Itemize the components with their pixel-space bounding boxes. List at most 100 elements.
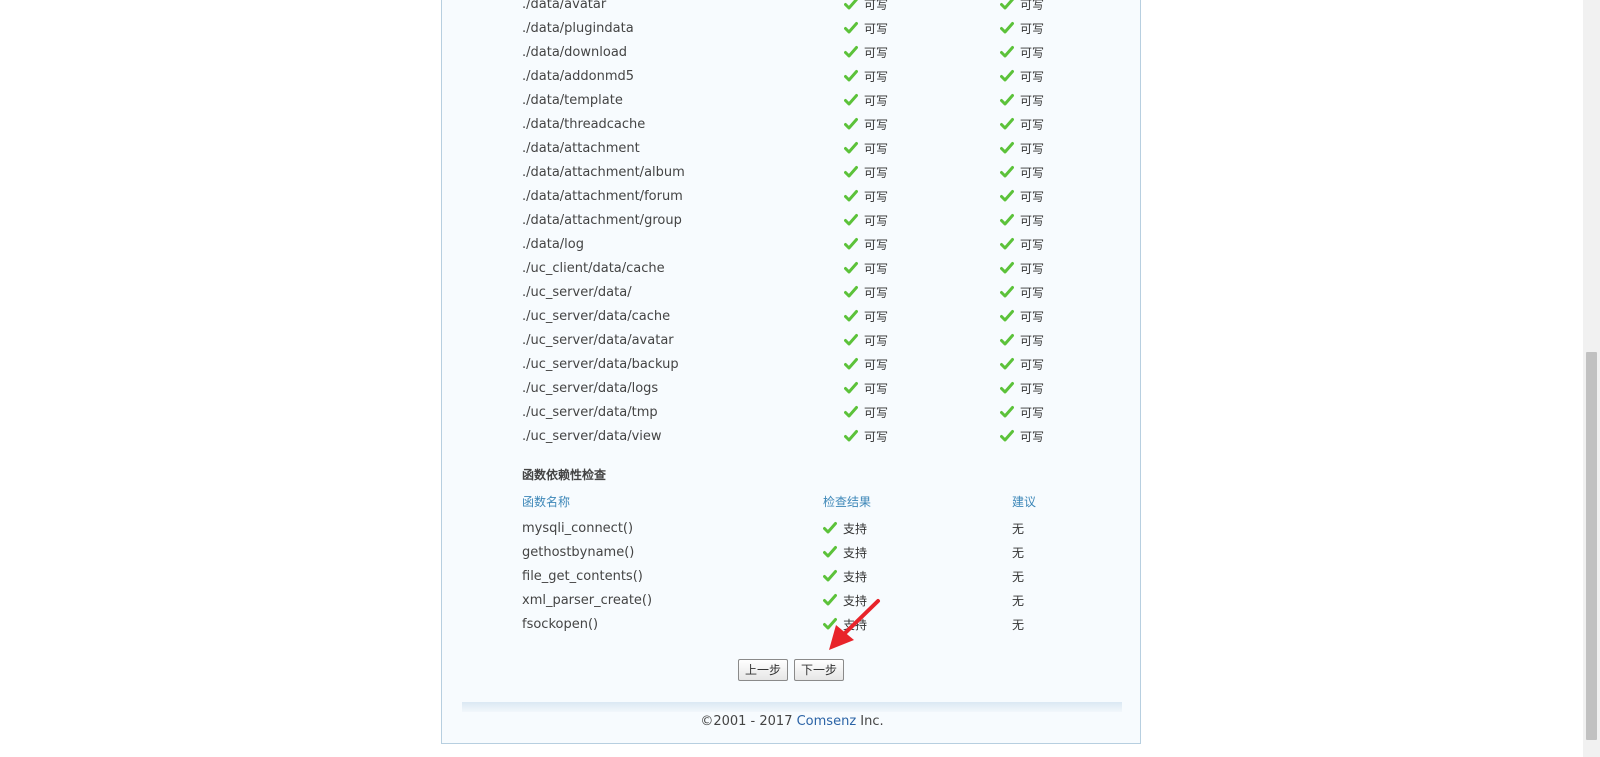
check-icon <box>844 69 858 83</box>
footer-suffix: Inc. <box>860 714 884 729</box>
required-status-text: 可写 <box>1020 118 1045 132</box>
footer-copyright: ©2001 - 2017 <box>700 714 793 729</box>
directory-row: ./data/attachment/forum 可写 可写 <box>442 187 1142 207</box>
check-icon <box>1000 21 1014 35</box>
current-status: 可写 <box>844 187 888 207</box>
check-icon <box>844 309 858 323</box>
required-status-text: 可写 <box>1020 238 1045 252</box>
prev-step-button[interactable]: 上一步 <box>738 659 789 681</box>
comsenz-link[interactable]: Comsenz <box>797 714 857 729</box>
function-row: mysqli_connect() 支持 无 <box>442 519 1142 539</box>
required-status-text: 可写 <box>1020 214 1045 228</box>
function-name: fsockopen() <box>522 617 599 632</box>
check-icon <box>844 357 858 371</box>
check-result-text: 支持 <box>843 522 868 536</box>
current-status: 可写 <box>844 403 888 423</box>
current-status-text: 可写 <box>864 46 889 60</box>
directory-row: ./data/download 可写 可写 <box>442 43 1142 63</box>
check-icon <box>1000 213 1014 227</box>
next-step-button[interactable]: 下一步 <box>794 659 845 681</box>
check-icon <box>1000 333 1014 347</box>
directory-path: ./data/avatar <box>522 0 607 12</box>
required-status-text: 可写 <box>1020 22 1045 36</box>
required-status: 可写 <box>1000 187 1044 207</box>
directory-row: ./uc_server/data/tmp 可写 可写 <box>442 403 1142 423</box>
current-status: 可写 <box>844 115 888 135</box>
current-status: 可写 <box>844 283 888 303</box>
directory-row: ./data/plugindata 可写 可写 <box>442 19 1142 39</box>
check-result: 支持 <box>823 543 867 563</box>
function-name: gethostbyname() <box>522 545 635 560</box>
check-icon <box>1000 405 1014 419</box>
current-status-text: 可写 <box>864 0 889 12</box>
required-status: 可写 <box>1000 19 1044 39</box>
directory-path: ./uc_server/data/view <box>522 429 662 444</box>
check-icon <box>844 237 858 251</box>
check-icon <box>1000 69 1014 83</box>
check-icon <box>1000 117 1014 131</box>
check-icon <box>1000 237 1014 251</box>
function-row: gethostbyname() 支持 无 <box>442 543 1142 563</box>
check-icon <box>844 285 858 299</box>
required-status: 可写 <box>1000 43 1044 63</box>
directory-row: ./data/log 可写 可写 <box>442 235 1142 255</box>
check-icon <box>1000 357 1014 371</box>
required-status: 可写 <box>1000 115 1044 135</box>
directory-path: ./uc_server/data/ <box>522 285 632 300</box>
check-result: 支持 <box>823 519 867 539</box>
check-icon <box>1000 45 1014 59</box>
check-icon <box>844 429 858 443</box>
current-status: 可写 <box>844 355 888 375</box>
header-advice: 建议 <box>1012 495 1037 509</box>
current-status-text: 可写 <box>864 142 889 156</box>
required-status-text: 可写 <box>1020 382 1045 396</box>
directory-row: ./data/addonmd5 可写 可写 <box>442 67 1142 87</box>
current-status-text: 可写 <box>864 70 889 84</box>
directory-row: ./uc_server/data/avatar 可写 可写 <box>442 331 1142 351</box>
required-status-text: 可写 <box>1020 46 1045 60</box>
required-status: 可写 <box>1000 379 1044 399</box>
current-status: 可写 <box>844 427 888 447</box>
check-result: 支持 <box>823 567 867 587</box>
required-status-text: 可写 <box>1020 262 1045 276</box>
check-icon <box>844 141 858 155</box>
advice: 无 <box>1012 570 1025 584</box>
current-status-text: 可写 <box>864 262 889 276</box>
directory-path: ./data/attachment/album <box>522 165 685 180</box>
directory-row: ./uc_server/data/cache 可写 可写 <box>442 307 1142 327</box>
directory-path: ./data/threadcache <box>522 117 646 132</box>
current-status-text: 可写 <box>864 22 889 36</box>
check-icon <box>1000 0 1014 11</box>
required-status-text: 可写 <box>1020 142 1045 156</box>
required-status: 可写 <box>1000 235 1044 255</box>
required-status: 可写 <box>1000 259 1044 279</box>
directory-path: ./uc_server/data/avatar <box>522 333 674 348</box>
directory-path: ./data/addonmd5 <box>522 69 635 84</box>
required-status: 可写 <box>1000 211 1044 231</box>
required-status: 可写 <box>1000 163 1044 183</box>
function-row: file_get_contents() 支持 无 <box>442 567 1142 587</box>
scrollbar-thumb[interactable] <box>1586 352 1597 740</box>
current-status: 可写 <box>844 235 888 255</box>
current-status-text: 可写 <box>864 358 889 372</box>
directory-row: ./uc_server/data/logs 可写 可写 <box>442 379 1142 399</box>
footer-divider <box>462 702 1122 712</box>
required-status-text: 可写 <box>1020 94 1045 108</box>
advice: 无 <box>1012 594 1025 608</box>
vertical-scrollbar[interactable] <box>1583 0 1600 757</box>
check-icon <box>823 521 837 535</box>
required-status-text: 可写 <box>1020 406 1045 420</box>
current-status: 可写 <box>844 0 888 15</box>
required-status: 可写 <box>1000 283 1044 303</box>
current-status: 可写 <box>844 211 888 231</box>
directory-path: ./data/plugindata <box>522 21 634 36</box>
check-icon <box>844 45 858 59</box>
required-status-text: 可写 <box>1020 190 1045 204</box>
current-status-text: 可写 <box>864 382 889 396</box>
current-status-text: 可写 <box>864 238 889 252</box>
check-icon <box>844 117 858 131</box>
install-panel: ./data/avatar 可写 可写 ./data/plugindata 可写 可写 ./… <box>441 0 1141 744</box>
check-icon <box>844 165 858 179</box>
directory-row: ./data/attachment/group 可写 可写 <box>442 211 1142 231</box>
current-status-text: 可写 <box>864 166 889 180</box>
